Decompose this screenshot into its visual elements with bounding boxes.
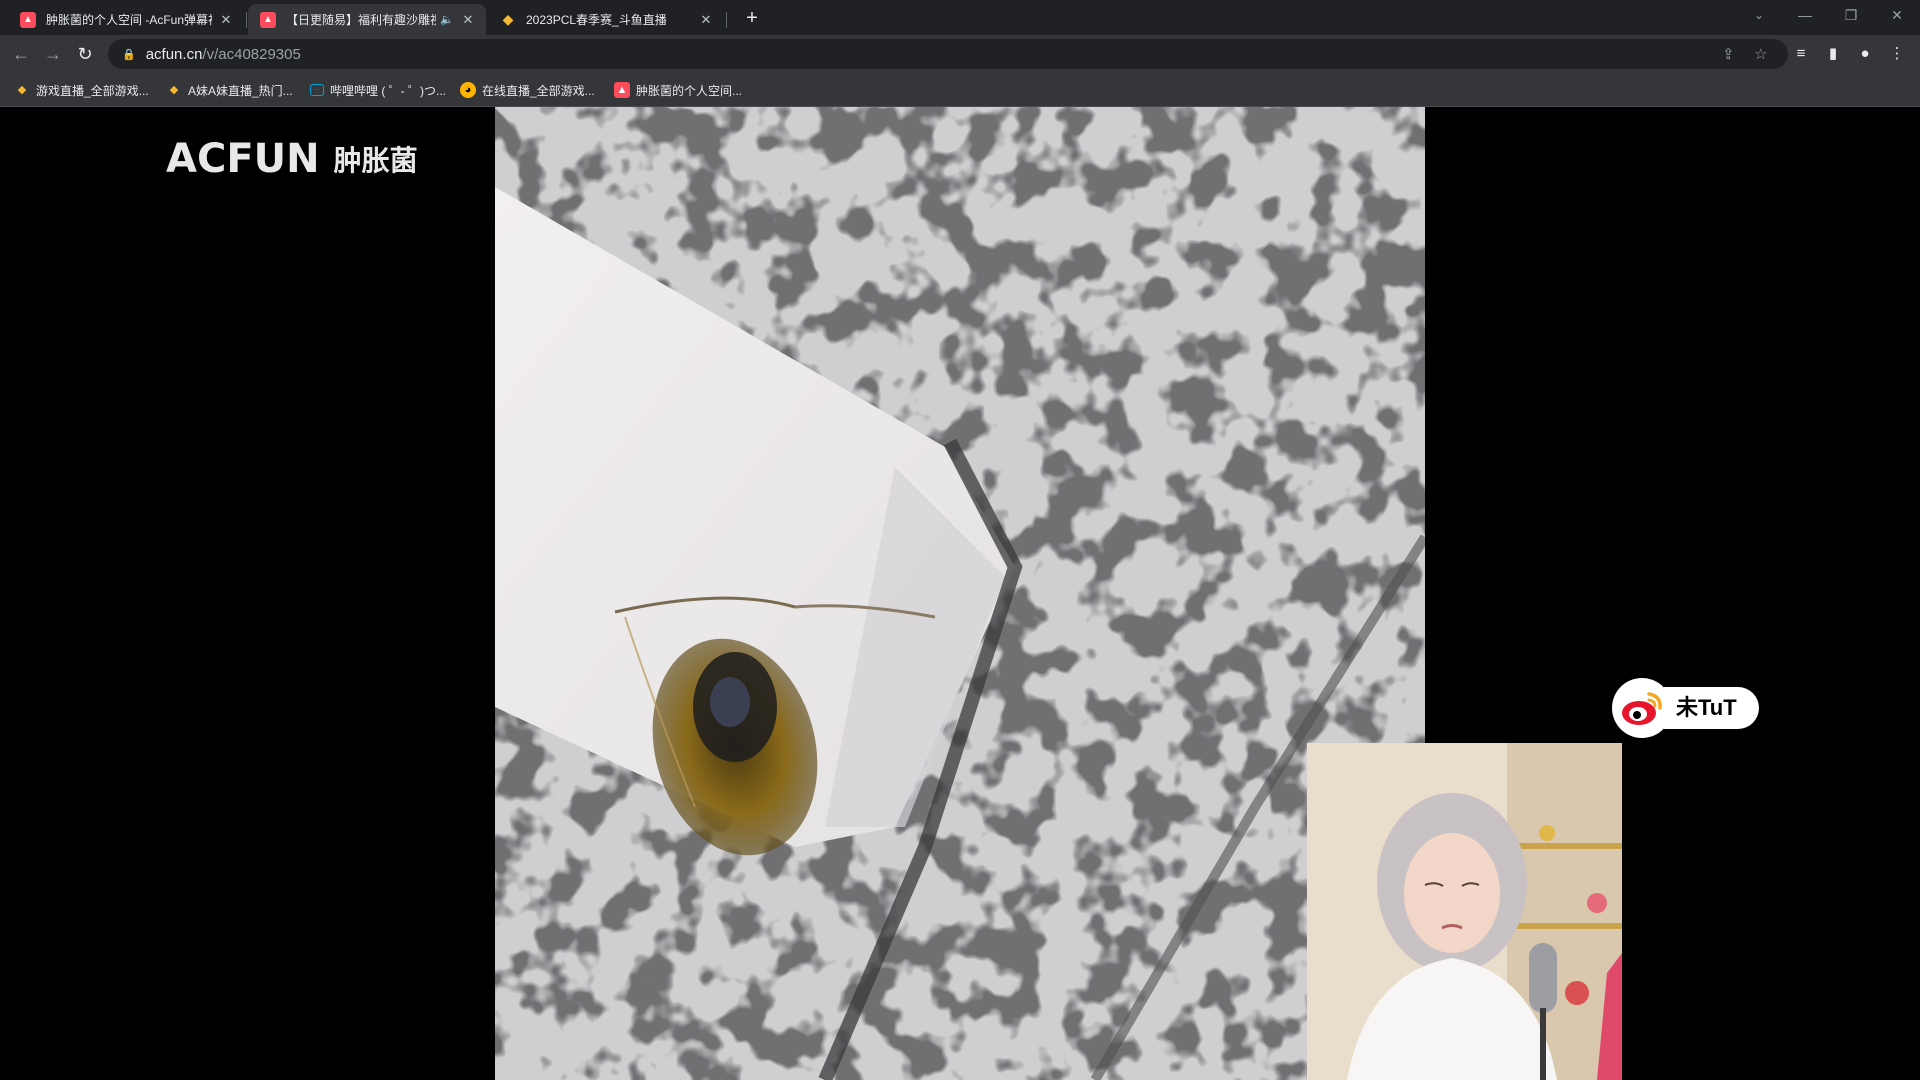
- tab-douyu[interactable]: ◆ 2023PCL春季赛_斗鱼直播 ✕: [488, 4, 724, 35]
- restore-icon[interactable]: ❐: [1828, 0, 1874, 30]
- reading-list-icon[interactable]: ≡: [1788, 41, 1814, 67]
- bookmark-label: 肿胀菌的个人空间...: [636, 83, 743, 98]
- new-tab-button[interactable]: +: [738, 5, 766, 31]
- bookmark-item[interactable]: ◆ 游戏直播_全部游戏...: [14, 79, 149, 101]
- douyu-icon: ◆: [502, 11, 514, 27]
- streamer-camera-overlay: [1307, 743, 1622, 1080]
- bookmark-label: 哔哩哔哩 ( ゜- ゜)つ...: [330, 83, 446, 98]
- lock-icon[interactable]: 🔒: [122, 48, 136, 61]
- bookmarks-bar: ◆ 游戏直播_全部游戏... ◆ A妹A妹直播_热门... ·· 哔哩哔哩 ( …: [0, 73, 1920, 107]
- close-window-icon[interactable]: ✕: [1874, 0, 1920, 30]
- tab-search-icon[interactable]: ⌄: [1736, 0, 1782, 30]
- weibo-badge: 未TuT: [1612, 678, 1759, 738]
- close-icon[interactable]: ✕: [460, 12, 476, 28]
- douyu-icon: ◆: [169, 84, 179, 96]
- tab-separator: [246, 12, 247, 28]
- tab-strip: ▲ 肿胀菌的个人空间 -AcFun弹幕视频网 ✕ ▲ 【日更随易】福利有趣沙雕视…: [0, 0, 1920, 35]
- douyu-icon: ◆: [17, 84, 27, 96]
- minimize-icon[interactable]: —: [1782, 0, 1828, 30]
- video-frame: [495, 107, 1425, 1080]
- logo-subtitle: 肿胀菌: [333, 145, 418, 176]
- bookmark-label: 游戏直播_全部游戏...: [36, 83, 149, 98]
- bookmark-label: 在线直播_全部游戏...: [482, 83, 595, 98]
- tab-title: 【日更随易】福利有趣沙雕视频: [286, 13, 437, 27]
- bookmark-label: A妹A妹直播_热门...: [188, 83, 293, 98]
- bookmark-item[interactable]: ◕ 在线直播_全部游戏...: [460, 79, 595, 101]
- acfun-logo: ACFUN 肿胀菌: [166, 136, 418, 182]
- tab-separator: [726, 12, 727, 28]
- reload-icon[interactable]: ↻: [72, 41, 98, 67]
- bookmark-item[interactable]: ◆ A妹A妹直播_热门...: [166, 79, 293, 101]
- profile-icon[interactable]: ●: [1852, 41, 1878, 67]
- address-bar[interactable]: 🔒 acfun.cn/v/ac40829305: [108, 39, 1788, 69]
- logo-brand: ACFUN: [166, 136, 320, 182]
- close-icon[interactable]: ✕: [698, 12, 714, 28]
- share-icon[interactable]: ⇪: [1722, 45, 1735, 63]
- page-content: ACFUN 肿胀菌 未TuT: [0, 107, 1920, 1080]
- video-player[interactable]: [495, 107, 1425, 1080]
- weibo-icon: [1612, 678, 1672, 738]
- huya-icon: ◕: [460, 82, 476, 98]
- weibo-handle: 未TuT: [1664, 687, 1759, 729]
- tab-title: 2023PCL春季赛_斗鱼直播: [526, 13, 667, 27]
- menu-icon[interactable]: ⋮: [1884, 41, 1910, 67]
- browser-toolbar: ← → ↻ 🔒 acfun.cn/v/ac40829305 ⇪ ☆ ≡ ▮ ● …: [0, 35, 1920, 73]
- back-icon[interactable]: ←: [8, 41, 34, 67]
- tab-title: 肿胀菌的个人空间 -AcFun弹幕视频网: [46, 13, 212, 27]
- bilibili-icon: ··: [310, 84, 324, 96]
- tab-video[interactable]: ▲ 【日更随易】福利有趣沙雕视频 🔈 ✕: [248, 4, 486, 35]
- bookmark-item[interactable]: ·· 哔哩哔哩 ( ゜- ゜)つ...: [310, 79, 446, 101]
- acfun-icon: ▲: [260, 11, 276, 28]
- close-icon[interactable]: ✕: [218, 12, 234, 28]
- acfun-icon: ▲: [20, 11, 36, 28]
- speaker-icon[interactable]: 🔈: [440, 13, 454, 26]
- streamer-frame: [1307, 743, 1622, 1080]
- bookmark-star-icon[interactable]: ☆: [1754, 45, 1767, 63]
- url-path: /v/ac40829305: [202, 45, 301, 63]
- acfun-icon: ▲: [614, 82, 630, 98]
- url-domain: acfun.cn: [145, 45, 203, 63]
- forward-icon[interactable]: →: [40, 41, 66, 67]
- side-panel-icon[interactable]: ▮: [1820, 41, 1846, 67]
- tab-acfun-space[interactable]: ▲ 肿胀菌的个人空间 -AcFun弹幕视频网 ✕: [8, 4, 244, 35]
- bookmark-item[interactable]: ▲ 肿胀菌的个人空间...: [614, 79, 742, 101]
